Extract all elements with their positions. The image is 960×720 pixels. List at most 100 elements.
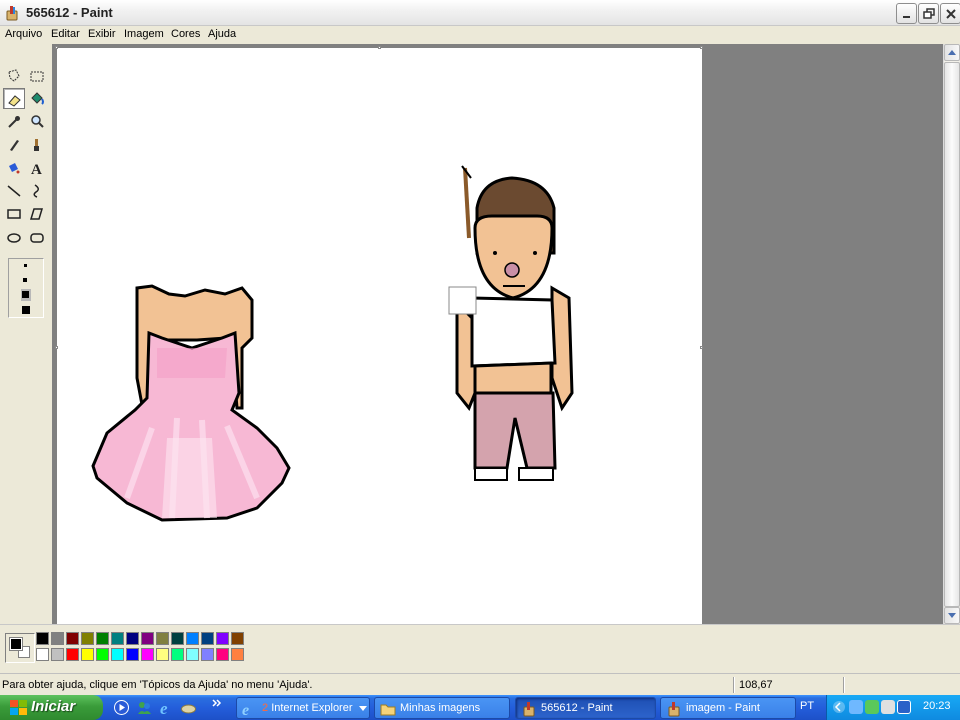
palette-swatch[interactable] (66, 648, 79, 661)
eraser-icon (8, 95, 21, 107)
foreground-color[interactable] (9, 637, 23, 651)
network-icon[interactable] (849, 700, 863, 714)
tray-expand-icon[interactable] (832, 700, 846, 714)
status-separator (733, 677, 734, 693)
scroll-up-button[interactable] (944, 44, 960, 61)
palette-swatch[interactable] (201, 632, 214, 645)
palette-swatch[interactable] (141, 632, 154, 645)
eraser-size-4[interactable] (22, 306, 30, 314)
start-button[interactable]: Iniciar (0, 695, 103, 720)
internet-explorer-icon: e (242, 702, 249, 717)
task-ie-label: 2 Internet Explorer (262, 702, 353, 714)
task-internet-explorer[interactable]: e 2 Internet Explorer (236, 697, 370, 719)
palette-swatch[interactable] (126, 632, 139, 645)
scroll-down-button[interactable] (944, 607, 960, 624)
palette-swatch[interactable] (81, 648, 94, 661)
menu-arquivo[interactable]: Arquivo (5, 28, 42, 40)
restore-button[interactable] (918, 3, 939, 24)
update-icon[interactable] (897, 700, 911, 714)
task-imagem-paint[interactable]: imagem - Paint (660, 697, 796, 719)
curve-tool[interactable] (26, 180, 48, 201)
palette-swatch[interactable] (66, 632, 79, 645)
airbrush-tool[interactable] (3, 157, 25, 178)
palette-swatch[interactable] (126, 648, 139, 661)
pencil-tool[interactable] (3, 134, 25, 155)
palette-swatch[interactable] (51, 648, 64, 661)
menu-exibir[interactable]: Exibir (88, 28, 116, 40)
menu-cores[interactable]: Cores (171, 28, 200, 40)
text-a-icon: A (31, 162, 42, 176)
media-player-icon[interactable] (113, 699, 130, 716)
chevron-down-icon (359, 706, 367, 711)
palette-swatch[interactable] (81, 632, 94, 645)
menu-editar[interactable]: Editar (51, 28, 80, 40)
palette-swatch[interactable] (36, 648, 49, 661)
text-tool[interactable]: A (26, 157, 48, 178)
curve-icon (33, 184, 39, 198)
rectangle-tool[interactable] (3, 203, 25, 224)
palette-swatch[interactable] (36, 632, 49, 645)
drawing-canvas[interactable] (57, 48, 702, 624)
brush-tool[interactable] (26, 134, 48, 155)
scroll-thumb[interactable] (944, 62, 960, 607)
brush-icon (34, 139, 39, 151)
resize-handle-r[interactable] (700, 346, 703, 349)
task-ie-text: Internet Explorer (271, 702, 353, 714)
start-label: Iniciar (31, 698, 76, 715)
internet-explorer-icon[interactable]: e (159, 699, 176, 716)
close-button[interactable] (940, 3, 960, 24)
color-picker-tool[interactable] (3, 111, 25, 132)
line-icon (7, 185, 21, 197)
free-select-icon (8, 69, 20, 82)
fill-tool[interactable] (26, 88, 48, 109)
rounded-rectangle-tool[interactable] (26, 227, 48, 248)
palette-swatch[interactable] (216, 648, 229, 661)
messenger-icon[interactable] (136, 699, 153, 716)
palette-swatch[interactable] (231, 632, 244, 645)
close-icon (946, 9, 956, 19)
eraser-tool[interactable] (3, 88, 25, 109)
palette-swatch[interactable] (111, 632, 124, 645)
polygon-tool[interactable] (26, 203, 48, 224)
volume-icon[interactable] (881, 700, 895, 714)
palette-swatch[interactable] (51, 632, 64, 645)
eraser-size-1[interactable] (24, 264, 27, 267)
line-tool[interactable] (3, 180, 25, 201)
menu-bar: Arquivo Editar Exibir Imagem Cores Ajuda (0, 26, 960, 44)
quick-launch-expand-icon[interactable] (212, 697, 229, 714)
status-help-text: Para obter ajuda, clique em 'Tópicos da … (2, 679, 313, 691)
security-shield-icon[interactable] (865, 700, 879, 714)
vertical-scrollbar[interactable] (943, 44, 960, 624)
paint-bucket-icon (31, 92, 44, 105)
palette-swatch[interactable] (186, 632, 199, 645)
palette-swatch[interactable] (96, 648, 109, 661)
minimize-button[interactable] (896, 3, 917, 24)
palette-swatch[interactable] (96, 632, 109, 645)
eraser-size-2[interactable] (23, 278, 27, 282)
ellipse-tool[interactable] (3, 227, 25, 248)
palette-swatch[interactable] (171, 648, 184, 661)
magnifier-tool[interactable] (26, 111, 48, 132)
palette-swatch[interactable] (171, 632, 184, 645)
palette-swatch[interactable] (216, 632, 229, 645)
palette-swatch[interactable] (156, 632, 169, 645)
language-indicator[interactable]: PT (800, 700, 814, 712)
show-desktop-icon[interactable] (180, 699, 197, 716)
resize-handle-tr (700, 46, 703, 49)
task-minhas-imagens[interactable]: Minhas imagens (374, 697, 510, 719)
palette-swatch[interactable] (186, 648, 199, 661)
palette-swatch[interactable] (156, 648, 169, 661)
task-565612-paint[interactable]: 565612 - Paint (515, 697, 656, 719)
canvas-workarea[interactable] (52, 44, 943, 624)
clock[interactable]: 20:23 (923, 700, 951, 712)
menu-imagem[interactable]: Imagem (124, 28, 164, 40)
rect-select-tool[interactable] (26, 65, 48, 86)
current-colors[interactable] (5, 633, 35, 663)
palette-swatch[interactable] (111, 648, 124, 661)
free-select-tool[interactable] (3, 65, 25, 86)
palette-swatch[interactable] (201, 648, 214, 661)
palette-swatch[interactable] (141, 648, 154, 661)
menu-ajuda[interactable]: Ajuda (208, 28, 236, 40)
svg-text:e: e (160, 699, 168, 716)
palette-swatch[interactable] (231, 648, 244, 661)
